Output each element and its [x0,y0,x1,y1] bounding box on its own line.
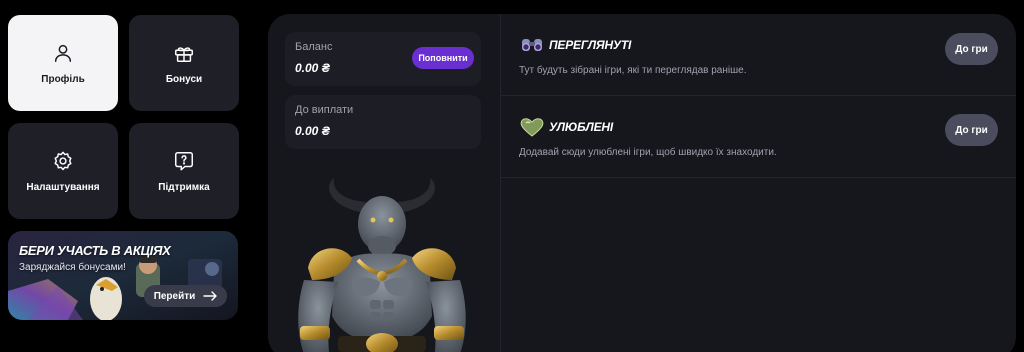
binoculars-icon [522,39,542,51]
nav-label-settings: Налаштування [26,181,100,193]
balance-label: Баланс [295,41,333,53]
nav-label-profile: Профіль [41,73,85,85]
wallet-column: Баланс 0.00 ₴ Поповнити До виплати 0.00 … [268,14,500,352]
balance-card: Баланс 0.00 ₴ Поповнити [285,32,481,86]
promo-banner[interactable]: БЕРИ УЧАСТЬ В АКЦІЯХ Заряджайся бонусами… [8,231,238,320]
recent-play-button[interactable]: До гри [945,33,998,65]
gear-icon [54,151,72,170]
promo-subtitle: Заряджайся бонусами! [19,262,126,273]
nav-tile-bonuses[interactable]: Бонуси [129,15,239,111]
nav-tile-settings[interactable]: Налаштування [8,123,118,219]
gift-icon [175,46,193,62]
favorites-play-button[interactable]: До гри [945,114,998,146]
heart-icon [520,118,544,137]
minotaur-mascot-image [298,178,466,352]
nav-label-bonuses: Бонуси [165,73,203,85]
user-icon [54,44,72,62]
section-recent-title: ПЕРЕГЛЯНУТІ [549,38,632,52]
promo-go-button[interactable]: Перейти [144,285,227,307]
payout-value: 0.00 ₴ [295,124,330,138]
help-chat-icon [175,151,193,170]
payout-label: До виплати [295,104,354,116]
account-panel: Баланс 0.00 ₴ Поповнити До виплати 0.00 … [268,14,1016,352]
nav-tile-profile[interactable]: Профіль [8,15,118,111]
promo-go-label: Перейти [153,290,196,302]
promo-title: БЕРИ УЧАСТЬ В АКЦІЯХ [19,243,171,258]
arrow-right-icon [203,291,218,301]
section-recent-description: Тут будуть зібрані ігри, які ти перегляд… [519,65,747,76]
nav-tile-support[interactable]: Підтримка [129,123,239,219]
section-favorites-title: УЛЮБЛЕНІ [549,120,614,134]
section-favorites-description: Додавай сюди улюблені ігри, щоб швидко ї… [519,147,777,158]
topup-button[interactable]: Поповнити [412,47,474,69]
section-favorites: УЛЮБЛЕНІ Додавай сюди улюблені ігри, щоб… [501,96,1016,178]
section-recent: ПЕРЕГЛЯНУТІ Тут будуть зібрані ігри, які… [501,14,1016,96]
payout-card: До виплати 0.00 ₴ [285,95,481,149]
nav-label-support: Підтримка [158,181,210,193]
balance-value: 0.00 ₴ [295,61,330,75]
